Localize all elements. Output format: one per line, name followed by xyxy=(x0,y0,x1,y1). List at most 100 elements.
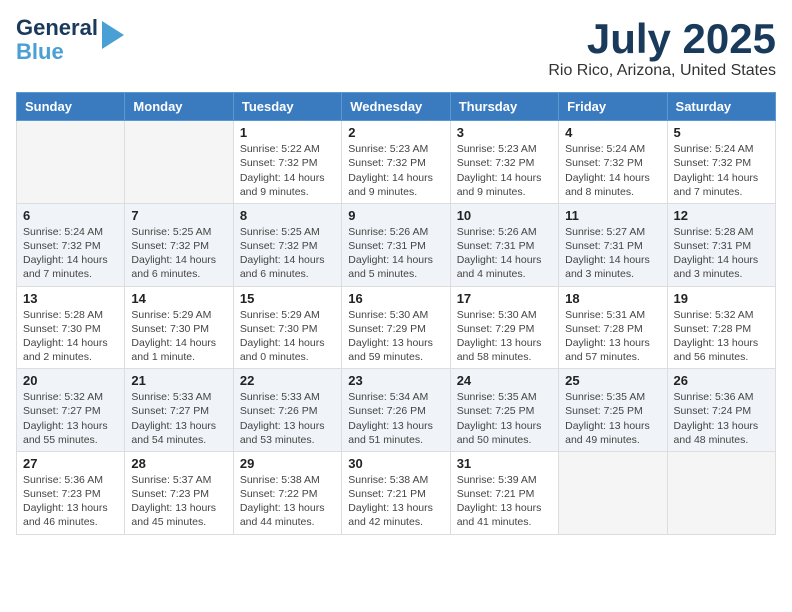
day-number: 10 xyxy=(457,208,552,223)
day-number: 29 xyxy=(240,456,335,471)
day-number: 30 xyxy=(348,456,443,471)
day-number: 28 xyxy=(131,456,226,471)
calendar-cell: 22 Sunrise: 5:33 AM Sunset: 7:26 PM Dayli… xyxy=(233,369,341,452)
calendar-cell: 15 Sunrise: 5:29 AM Sunset: 7:30 PM Dayli… xyxy=(233,286,341,369)
calendar-header-saturday: Saturday xyxy=(667,93,775,121)
day-number: 13 xyxy=(23,291,118,306)
calendar-cell: 18Sunrise: 5:31 AM Sunset: 7:28 PM Dayli… xyxy=(559,286,667,369)
calendar-week-row: 27Sunrise: 5:36 AM Sunset: 7:23 PM Dayli… xyxy=(17,451,776,534)
day-number: 27 xyxy=(23,456,118,471)
day-info: Sunrise: 5:25 AM Sunset: 7:32 PM Dayligh… xyxy=(131,225,226,282)
calendar-header-row: SundayMondayTuesdayWednesdayThursdayFrid… xyxy=(17,93,776,121)
logo: GeneralBlue xyxy=(16,16,124,64)
calendar-cell: 10 Sunrise: 5:26 AM Sunset: 7:31 PM Dayli… xyxy=(450,203,558,286)
day-info: Sunrise: 5:30 AM Sunset: 7:29 PM Dayligh… xyxy=(348,308,443,365)
day-number: 4 xyxy=(565,125,660,140)
calendar-cell: 5 Sunrise: 5:24 AM Sunset: 7:32 PM Daylig… xyxy=(667,121,775,204)
calendar-header-sunday: Sunday xyxy=(17,93,125,121)
calendar-cell: 30 Sunrise: 5:38 AM Sunset: 7:21 PM Dayli… xyxy=(342,451,450,534)
day-number: 19 xyxy=(674,291,769,306)
calendar-header-wednesday: Wednesday xyxy=(342,93,450,121)
day-number: 9 xyxy=(348,208,443,223)
day-number: 11 xyxy=(565,208,660,223)
day-info: Sunrise: 5:32 AM Sunset: 7:27 PM Dayligh… xyxy=(23,390,118,447)
calendar-cell: 1 Sunrise: 5:22 AM Sunset: 7:32 PM Daylig… xyxy=(233,121,341,204)
calendar-cell: 8 Sunrise: 5:25 AM Sunset: 7:32 PM Daylig… xyxy=(233,203,341,286)
title-block: July 2025 Rio Rico, Arizona, United Stat… xyxy=(548,16,776,80)
day-info: Sunrise: 5:34 AM Sunset: 7:26 PM Dayligh… xyxy=(348,390,443,447)
day-number: 25 xyxy=(565,373,660,388)
calendar-cell: 17 Sunrise: 5:30 AM Sunset: 7:29 PM Dayli… xyxy=(450,286,558,369)
day-info: Sunrise: 5:35 AM Sunset: 7:25 PM Dayligh… xyxy=(457,390,552,447)
day-info: Sunrise: 5:33 AM Sunset: 7:26 PM Dayligh… xyxy=(240,390,335,447)
day-number: 7 xyxy=(131,208,226,223)
day-number: 2 xyxy=(348,125,443,140)
day-info: Sunrise: 5:24 AM Sunset: 7:32 PM Dayligh… xyxy=(565,142,660,199)
day-info: Sunrise: 5:29 AM Sunset: 7:30 PM Dayligh… xyxy=(131,308,226,365)
day-info: Sunrise: 5:22 AM Sunset: 7:32 PM Dayligh… xyxy=(240,142,335,199)
calendar-cell xyxy=(17,121,125,204)
day-info: Sunrise: 5:38 AM Sunset: 7:21 PM Dayligh… xyxy=(348,473,443,530)
day-info: Sunrise: 5:29 AM Sunset: 7:30 PM Dayligh… xyxy=(240,308,335,365)
day-info: Sunrise: 5:24 AM Sunset: 7:32 PM Dayligh… xyxy=(23,225,118,282)
calendar-cell: 23 Sunrise: 5:34 AM Sunset: 7:26 PM Dayli… xyxy=(342,369,450,452)
calendar-cell xyxy=(125,121,233,204)
calendar-cell: 21Sunrise: 5:33 AM Sunset: 7:27 PM Dayli… xyxy=(125,369,233,452)
day-number: 31 xyxy=(457,456,552,471)
calendar-cell: 14 Sunrise: 5:29 AM Sunset: 7:30 PM Dayli… xyxy=(125,286,233,369)
day-number: 15 xyxy=(240,291,335,306)
day-info: Sunrise: 5:24 AM Sunset: 7:32 PM Dayligh… xyxy=(674,142,769,199)
day-info: Sunrise: 5:35 AM Sunset: 7:25 PM Dayligh… xyxy=(565,390,660,447)
day-number: 1 xyxy=(240,125,335,140)
calendar-week-row: 1 Sunrise: 5:22 AM Sunset: 7:32 PM Daylig… xyxy=(17,121,776,204)
calendar-cell: 6 Sunrise: 5:24 AM Sunset: 7:32 PM Daylig… xyxy=(17,203,125,286)
day-number: 12 xyxy=(674,208,769,223)
calendar-cell: 20 Sunrise: 5:32 AM Sunset: 7:27 PM Dayli… xyxy=(17,369,125,452)
day-number: 6 xyxy=(23,208,118,223)
calendar-week-row: 6 Sunrise: 5:24 AM Sunset: 7:32 PM Daylig… xyxy=(17,203,776,286)
calendar-cell: 7 Sunrise: 5:25 AM Sunset: 7:32 PM Daylig… xyxy=(125,203,233,286)
day-number: 20 xyxy=(23,373,118,388)
day-number: 22 xyxy=(240,373,335,388)
day-info: Sunrise: 5:37 AM Sunset: 7:23 PM Dayligh… xyxy=(131,473,226,530)
day-info: Sunrise: 5:39 AM Sunset: 7:21 PM Dayligh… xyxy=(457,473,552,530)
day-info: Sunrise: 5:28 AM Sunset: 7:31 PM Dayligh… xyxy=(674,225,769,282)
calendar-cell: 4 Sunrise: 5:24 AM Sunset: 7:32 PM Daylig… xyxy=(559,121,667,204)
calendar-cell: 16 Sunrise: 5:30 AM Sunset: 7:29 PM Dayli… xyxy=(342,286,450,369)
calendar-cell: 13Sunrise: 5:28 AM Sunset: 7:30 PM Dayli… xyxy=(17,286,125,369)
logo-text: GeneralBlue xyxy=(16,15,98,64)
calendar-cell: 25 Sunrise: 5:35 AM Sunset: 7:25 PM Dayli… xyxy=(559,369,667,452)
day-number: 14 xyxy=(131,291,226,306)
calendar-cell: 27Sunrise: 5:36 AM Sunset: 7:23 PM Dayli… xyxy=(17,451,125,534)
day-info: Sunrise: 5:23 AM Sunset: 7:32 PM Dayligh… xyxy=(348,142,443,199)
day-number: 8 xyxy=(240,208,335,223)
calendar-cell: 28 Sunrise: 5:37 AM Sunset: 7:23 PM Dayli… xyxy=(125,451,233,534)
day-number: 5 xyxy=(674,125,769,140)
day-number: 23 xyxy=(348,373,443,388)
calendar-header-monday: Monday xyxy=(125,93,233,121)
calendar-header-thursday: Thursday xyxy=(450,93,558,121)
calendar-cell: 9 Sunrise: 5:26 AM Sunset: 7:31 PM Daylig… xyxy=(342,203,450,286)
day-info: Sunrise: 5:33 AM Sunset: 7:27 PM Dayligh… xyxy=(131,390,226,447)
day-number: 17 xyxy=(457,291,552,306)
calendar-cell: 29Sunrise: 5:38 AM Sunset: 7:22 PM Dayli… xyxy=(233,451,341,534)
calendar-cell: 3 Sunrise: 5:23 AM Sunset: 7:32 PM Daylig… xyxy=(450,121,558,204)
calendar-cell xyxy=(667,451,775,534)
calendar-cell: 2 Sunrise: 5:23 AM Sunset: 7:32 PM Daylig… xyxy=(342,121,450,204)
page-header: GeneralBlue July 2025 Rio Rico, Arizona,… xyxy=(16,16,776,80)
calendar-cell: 11Sunrise: 5:27 AM Sunset: 7:31 PM Dayli… xyxy=(559,203,667,286)
day-info: Sunrise: 5:30 AM Sunset: 7:29 PM Dayligh… xyxy=(457,308,552,365)
logo-arrow-icon xyxy=(102,21,124,49)
calendar-week-row: 20 Sunrise: 5:32 AM Sunset: 7:27 PM Dayli… xyxy=(17,369,776,452)
day-number: 3 xyxy=(457,125,552,140)
day-info: Sunrise: 5:36 AM Sunset: 7:24 PM Dayligh… xyxy=(674,390,769,447)
day-number: 16 xyxy=(348,291,443,306)
calendar-header-tuesday: Tuesday xyxy=(233,93,341,121)
day-info: Sunrise: 5:25 AM Sunset: 7:32 PM Dayligh… xyxy=(240,225,335,282)
location-subtitle: Rio Rico, Arizona, United States xyxy=(548,62,776,80)
calendar-cell: 24Sunrise: 5:35 AM Sunset: 7:25 PM Dayli… xyxy=(450,369,558,452)
calendar-week-row: 13Sunrise: 5:28 AM Sunset: 7:30 PM Dayli… xyxy=(17,286,776,369)
day-info: Sunrise: 5:26 AM Sunset: 7:31 PM Dayligh… xyxy=(457,225,552,282)
day-info: Sunrise: 5:26 AM Sunset: 7:31 PM Dayligh… xyxy=(348,225,443,282)
day-info: Sunrise: 5:23 AM Sunset: 7:32 PM Dayligh… xyxy=(457,142,552,199)
